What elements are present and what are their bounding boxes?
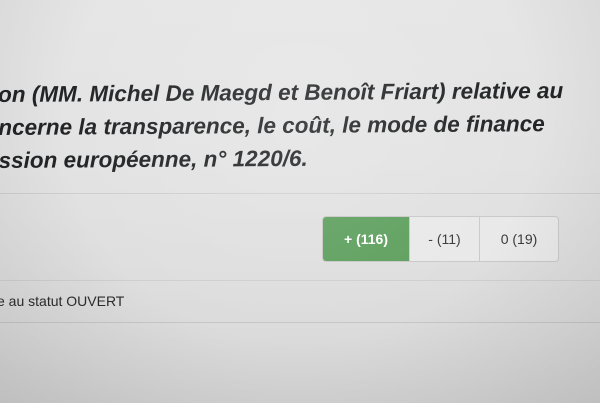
section-divider-bottom [0,280,600,281]
status-text: e au statut OUVERT [0,293,125,309]
vote-for-button[interactable]: + (116) [323,217,409,261]
proposal-title-line-1: on (MM. Michel De Maegd et Benoît Friart… [0,78,564,107]
section-divider-top [0,193,600,194]
proposal-title: on (MM. Michel De Maegd et Benoît Friart… [0,74,600,177]
screen: on (MM. Michel De Maegd et Benoît Friart… [0,0,600,403]
vote-abstain-button[interactable]: 0 (19) [479,217,558,261]
vote-against-button[interactable]: - (11) [409,217,479,261]
vote-button-group: + (116) - (11) 0 (19) [322,216,559,262]
proposal-title-line-3: ssion européenne, n° 1220/6. [0,145,308,173]
proposal-title-line-2: ncerne la transparence, le coût, le mode… [0,111,545,140]
bottom-panel [0,322,600,403]
